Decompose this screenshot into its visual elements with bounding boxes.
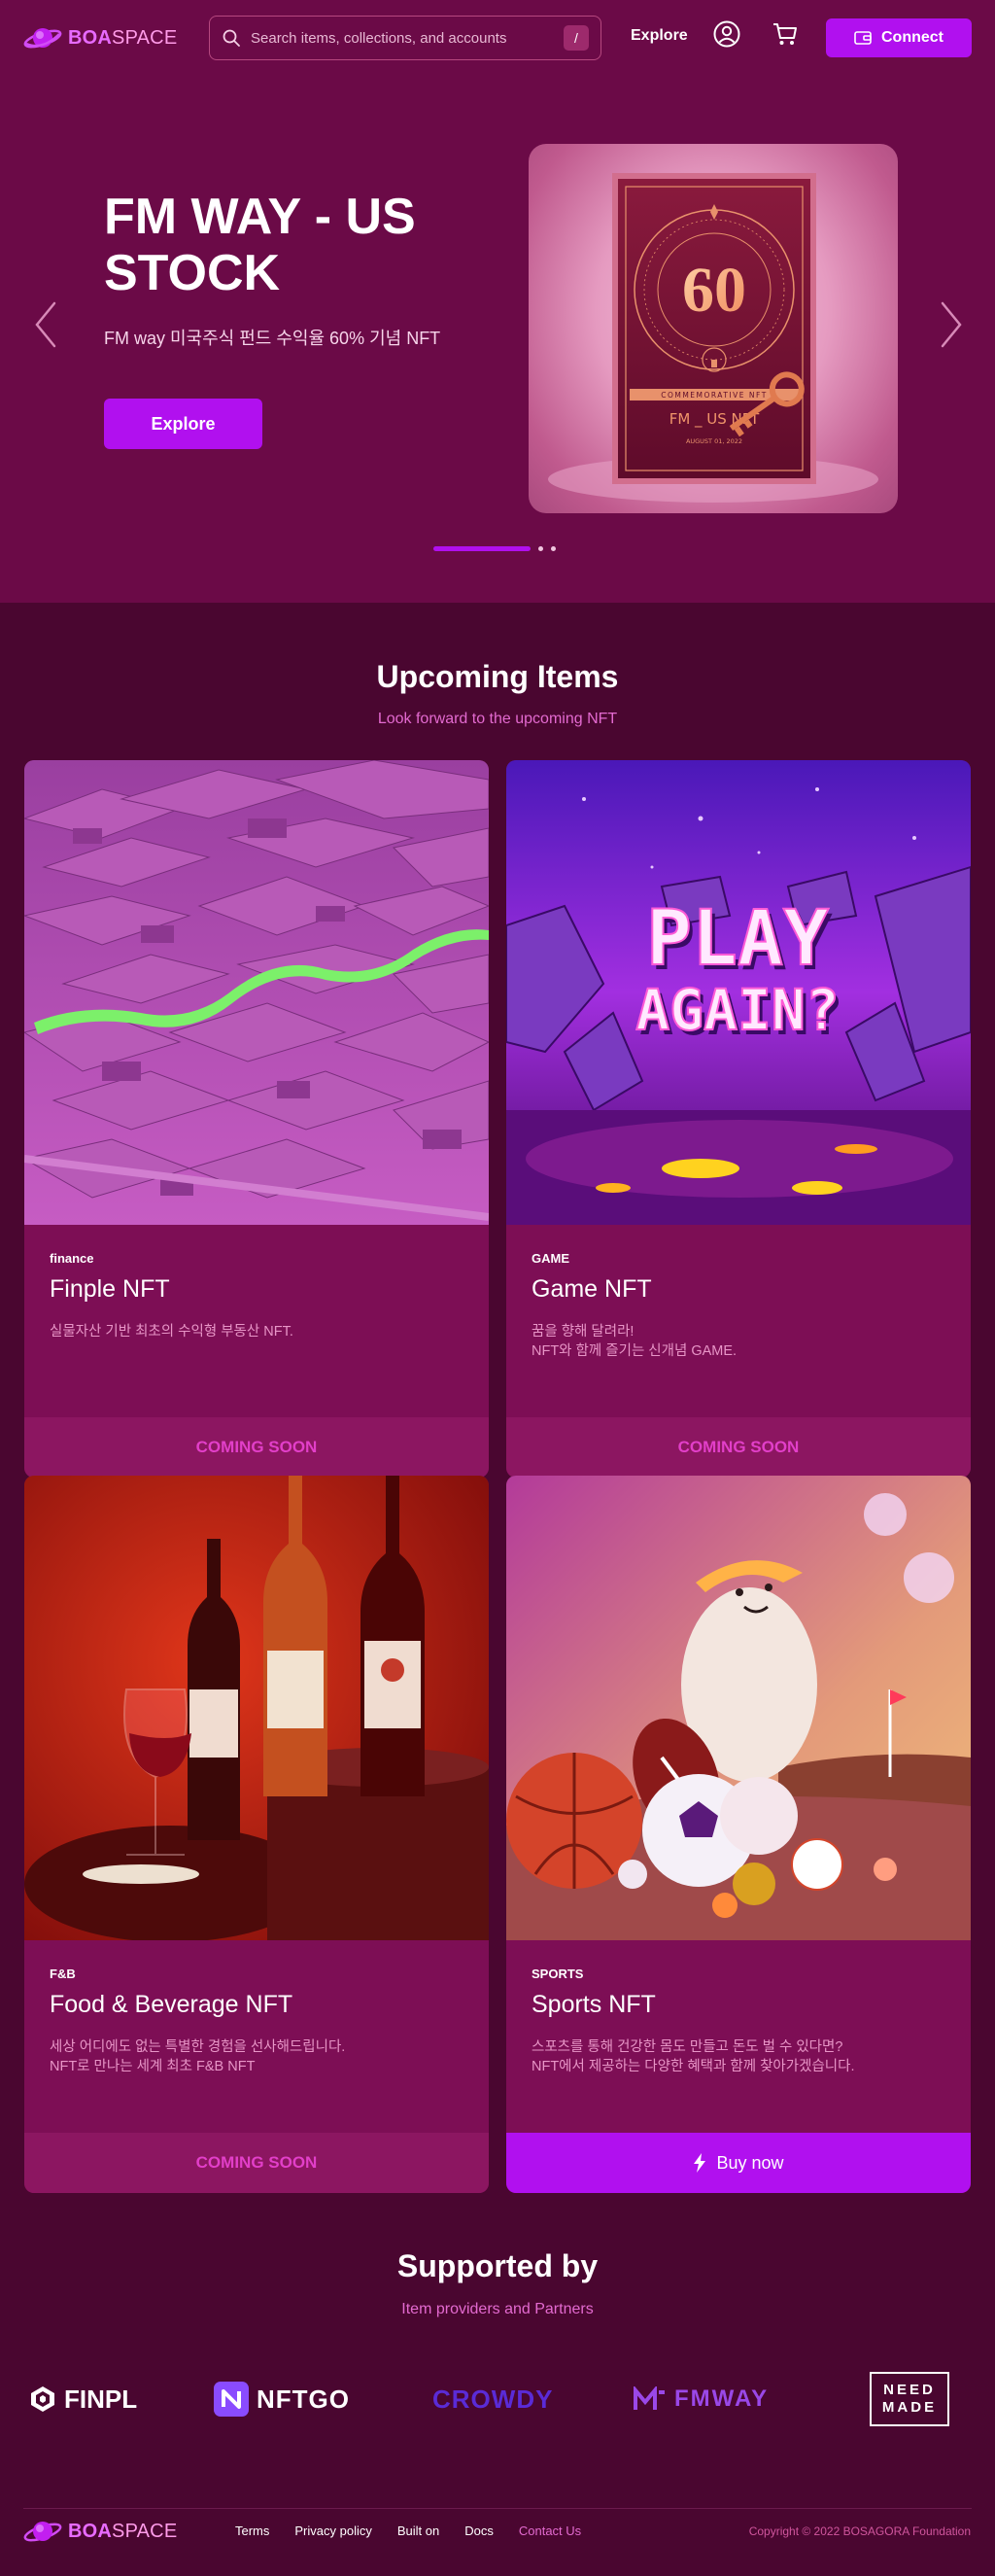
search-icon: [223, 29, 240, 47]
card-date-text: AUGUST 01, 2022: [686, 437, 742, 445]
hero-carousel: FM WAY - US STOCK FM way 미국주식 펀드 수익율 60%…: [0, 76, 995, 603]
supported-title: Supported by: [396, 2248, 599, 2283]
planet-logo-icon: [23, 28, 62, 49]
card-title: Finple NFT: [50, 1275, 170, 1303]
card-description-line: 실물자산 기반 최초의 수익형 부동산 NFT.: [50, 1324, 293, 1340]
item-card-sports[interactable]: SPORTS Sports NFT 스포츠를 통해 건강한 몸도 만들고 돈도 …: [506, 1476, 971, 2193]
partner-name: NFTGO: [257, 2384, 350, 2414]
carousel-next-icon[interactable]: [933, 297, 968, 352]
search-bar[interactable]: /: [209, 16, 601, 60]
partner-logo-finpl[interactable]: FINPL: [29, 2376, 137, 2422]
carousel-dot-active[interactable]: [433, 546, 531, 551]
hero-subtitle: FM way 미국주식 펀드 수익율 60% 기념 NFT: [104, 329, 441, 348]
upcoming-title: Upcoming Items: [376, 659, 619, 694]
logo-space: SPACE: [112, 2520, 178, 2542]
supported-subtitle: Item providers and Partners: [401, 2301, 594, 2317]
card-description-line: NFT에서 제공하는 다양한 혜택과 함께 찾아가겠습니다.: [532, 2059, 855, 2074]
carousel-prev-icon[interactable]: [29, 297, 64, 352]
footer-logo[interactable]: BOASPACE: [23, 2512, 177, 2551]
footer-link-built-on[interactable]: Built on: [397, 2524, 439, 2538]
account-icon[interactable]: [712, 19, 741, 49]
play-again-image: PLAY PLAY AGAIN? AGAIN?: [506, 760, 971, 1225]
buy-now-button[interactable]: Buy now: [506, 2133, 971, 2193]
item-card-finple[interactable]: finance Finple NFT 실물자산 기반 최초의 수익형 부동산 N…: [24, 760, 489, 1478]
game-image-text-2: AGAIN?: [635, 977, 840, 1043]
card-title: Game NFT: [532, 1275, 652, 1303]
fmway-logo-icon: [634, 2386, 665, 2410]
logo-text: BOASPACE: [68, 2521, 177, 2543]
connect-label: Connect: [881, 29, 944, 46]
needmade-logo-box: NEED MADE: [870, 2372, 949, 2426]
item-card-game[interactable]: PLAY PLAY AGAIN? AGAIN? GAME Game NFT 꿈을…: [506, 760, 971, 1478]
card-title: Food & Beverage NFT: [50, 1991, 293, 2018]
item-card-fnb[interactable]: F&B Food & Beverage NFT 세상 어디에도 없는 특별한 경…: [24, 1476, 489, 2193]
footer-links: Terms Privacy policy Built on Docs Conta…: [235, 2524, 581, 2538]
card-description-line: NFT와 함께 즐기는 신개념 GAME.: [532, 1343, 738, 1359]
logo-space: SPACE: [112, 26, 178, 49]
card-description: 스포츠를 통해 건강한 몸도 만들고 돈도 벌 수 있다면? NFT에서 제공하…: [532, 2037, 949, 2076]
footer-divider: [23, 2508, 972, 2509]
top-nav: BOASPACE / Explore Connect: [0, 0, 995, 76]
card-category: F&B: [50, 1967, 76, 1981]
card-description-line: 스포츠를 통해 건강한 몸도 만들고 돈도 벌 수 있다면?: [532, 2039, 843, 2055]
coming-soon-label: COMING SOON: [24, 2133, 489, 2193]
logo[interactable]: BOASPACE: [23, 18, 177, 57]
card-category: GAME: [532, 1251, 569, 1266]
planet-logo-icon: [23, 2522, 62, 2542]
footer-link-docs[interactable]: Docs: [464, 2524, 494, 2538]
card-description: 꿈을 향해 달려라! NFT와 함께 즐기는 신개념 GAME.: [532, 1322, 949, 1361]
partner-name: CROWDY: [432, 2384, 554, 2414]
search-input[interactable]: [251, 29, 554, 47]
footer-link-privacy[interactable]: Privacy policy: [294, 2524, 371, 2538]
nftgo-logo-icon: [214, 2382, 249, 2417]
partner-logo-fmway[interactable]: FMWAY: [634, 2376, 769, 2422]
upcoming-subtitle: Look forward to the upcoming NFT: [377, 711, 618, 727]
city-map-image: [24, 760, 489, 1225]
search-shortcut-key: /: [564, 25, 589, 51]
sports-balls-image: [506, 1476, 971, 1940]
partner-logo-nftgo[interactable]: NFTGO: [214, 2376, 350, 2422]
footer-link-contact[interactable]: Contact Us: [519, 2524, 581, 2538]
logo-boa: BOA: [68, 26, 113, 49]
logo-boa: BOA: [68, 2520, 113, 2542]
coming-soon-label: COMING SOON: [24, 1417, 489, 1478]
card-category: SPORTS: [532, 1967, 584, 1981]
card-commemorative-text: COMMEMORATIVE NFT: [661, 391, 768, 400]
buy-now-label: Buy now: [716, 2152, 784, 2173]
partner-name: NEED MADE: [881, 2382, 938, 2416]
connect-wallet-button[interactable]: Connect: [826, 18, 972, 57]
carousel-dot[interactable]: [538, 546, 543, 551]
finpl-logo-icon: [31, 2386, 54, 2412]
partner-logo-crowdy[interactable]: CROWDY: [432, 2376, 553, 2422]
cart-icon[interactable]: [771, 19, 800, 49]
card-description-line: 꿈을 향해 달려라!: [532, 1324, 635, 1340]
game-image-text-1: PLAY: [646, 895, 829, 983]
card-description: 실물자산 기반 최초의 수익형 부동산 NFT.: [50, 1322, 467, 1341]
lightning-icon: [694, 2153, 706, 2173]
carousel-indicator: [433, 546, 556, 551]
nav-explore-link[interactable]: Explore: [631, 27, 688, 45]
commemorative-card-illustration: 60 COMMEMORATIVE NFT FM _ US NFT AUGUST …: [548, 173, 878, 503]
wine-bottles-image: [24, 1476, 489, 1940]
partner-name: FINPL: [64, 2384, 138, 2414]
partner-logo-needmade[interactable]: NEED MADE: [870, 2370, 949, 2428]
card-description-line: NFT로 만나는 세계 최초 F&B NFT: [50, 2059, 256, 2074]
card-description-line: 세상 어디에도 없는 특별한 경험을 선사해드립니다.: [50, 2039, 346, 2055]
carousel-dot[interactable]: [551, 546, 556, 551]
card-description: 세상 어디에도 없는 특별한 경험을 선사해드립니다. NFT로 만나는 세계 …: [50, 2037, 467, 2076]
hero-title: FM WAY - US STOCK: [104, 189, 416, 301]
card-number: 60: [682, 255, 746, 326]
hero-explore-button[interactable]: Explore: [104, 399, 262, 449]
card-title: Sports NFT: [532, 1991, 656, 2018]
wallet-icon: [854, 31, 872, 45]
card-category: finance: [50, 1251, 94, 1266]
logo-text: BOASPACE: [68, 27, 177, 50]
coming-soon-label: COMING SOON: [506, 1417, 971, 1478]
copyright-text: Copyright © 2022 BOSAGORA Foundation: [748, 2524, 971, 2538]
footer-link-terms[interactable]: Terms: [235, 2524, 269, 2538]
hero-nft-image[interactable]: 60 COMMEMORATIVE NFT FM _ US NFT AUGUST …: [529, 144, 898, 513]
partner-name: FMWAY: [674, 2385, 770, 2412]
